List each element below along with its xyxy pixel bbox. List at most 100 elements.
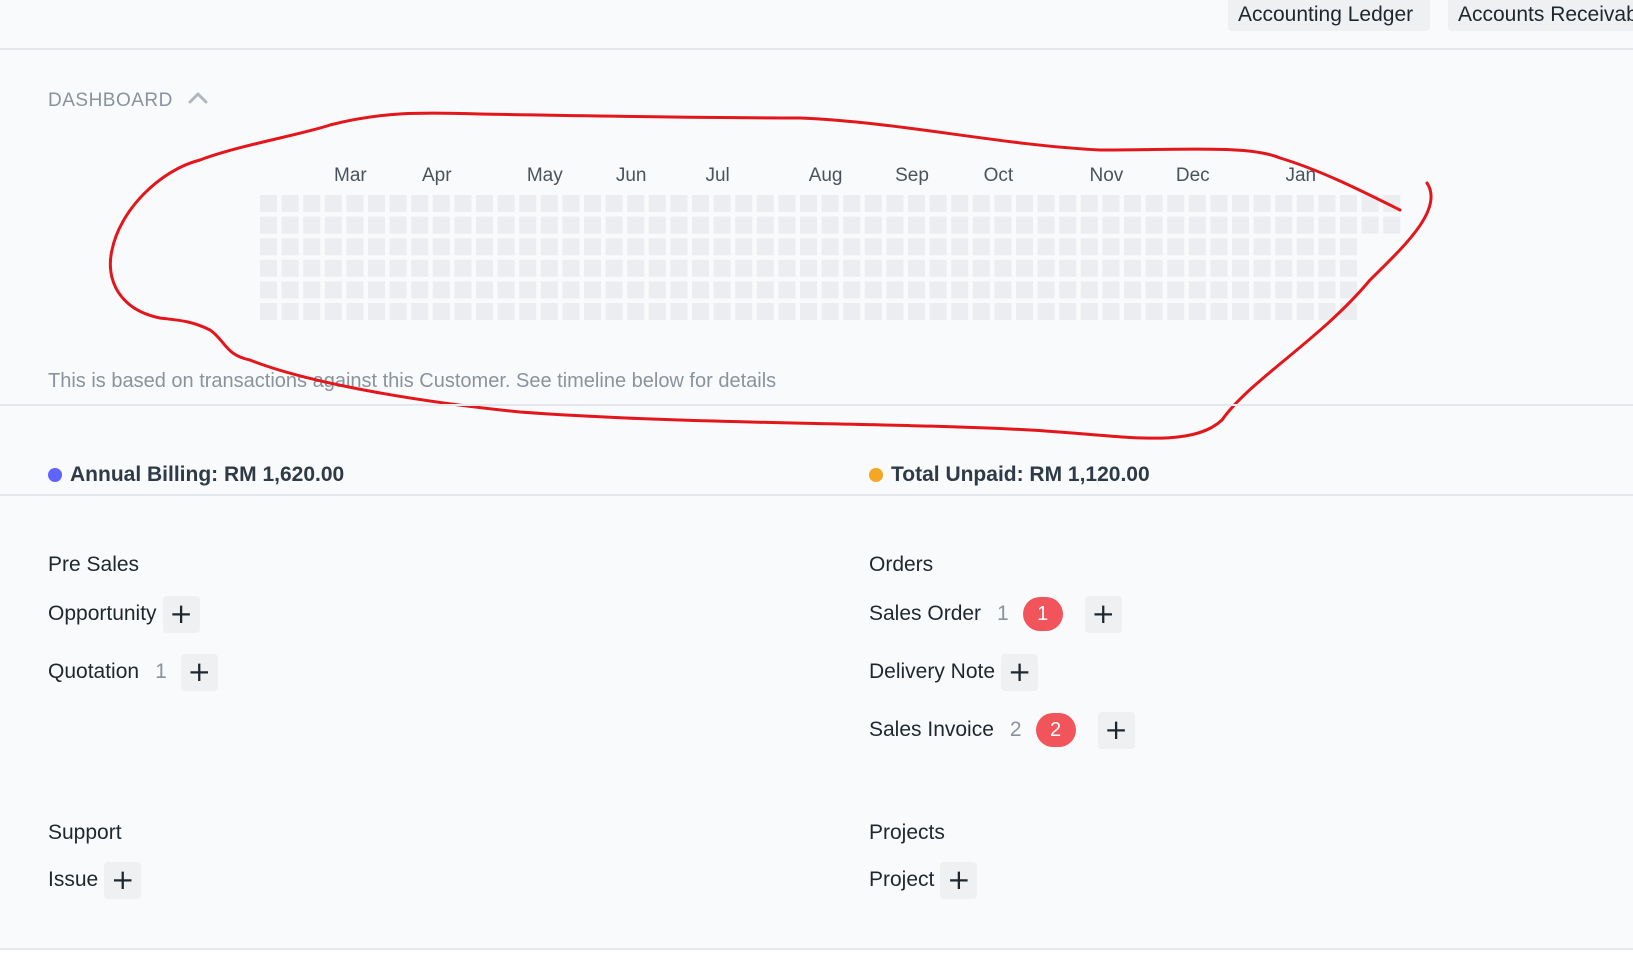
heatmap-cell (519, 238, 537, 256)
heatmap-cell (1145, 259, 1163, 277)
heatmap-cell (584, 259, 601, 277)
heatmap-cell (605, 281, 623, 299)
heatmap-cell (843, 259, 861, 277)
heatmap-cell (1275, 195, 1293, 212)
sales-invoice-count: 2 (1009, 718, 1022, 741)
heatmap-cell (605, 238, 623, 256)
heatmap-cell (994, 238, 1012, 256)
heatmap-cell (1167, 238, 1185, 256)
heatmap-cell (951, 238, 969, 256)
heatmap-cell (1383, 216, 1401, 234)
heatmap-cell (692, 281, 709, 299)
issue-link[interactable]: Issue (48, 868, 98, 892)
sales-invoice-badge[interactable]: 2 (1035, 713, 1076, 747)
sales-order-row: Sales Order 1 1 + (869, 594, 1122, 634)
heatmap-cell (951, 259, 969, 277)
sales-order-badge[interactable]: 1 (1022, 597, 1063, 631)
heatmap-cell (562, 259, 580, 277)
heatmap-cell (1232, 281, 1249, 299)
heatmap-cell (324, 303, 342, 320)
heatmap-cell (324, 238, 342, 256)
total-unpaid-stat: Total Unpaid: RM 1,120.00 (869, 463, 1150, 487)
heatmap-cell (994, 195, 1012, 212)
heatmap-cell (1080, 195, 1098, 212)
heatmap-cell (584, 281, 601, 299)
heatmap-cell (432, 195, 450, 212)
heatmap-cell (260, 259, 277, 277)
heatmap-cell (1296, 281, 1314, 299)
heatmap-cell (1383, 195, 1401, 212)
heatmap-cell (994, 281, 1012, 299)
add-sales-invoice-button[interactable]: + (1097, 711, 1135, 749)
quotation-link[interactable]: Quotation (48, 660, 139, 684)
heatmap-cell (1210, 281, 1228, 299)
heatmap-cell (1253, 216, 1271, 234)
heatmap-cell (756, 216, 774, 234)
heatmap-cell (800, 238, 817, 256)
heatmap-cell (260, 195, 277, 212)
heatmap-cell (1059, 238, 1077, 256)
heatmap-cell (1124, 281, 1141, 299)
heatmap-cell (303, 195, 321, 212)
accounts-receivable-button[interactable]: Accounts Receivab (1448, 0, 1633, 31)
heatmap-cell (476, 238, 493, 256)
sales-order-link[interactable]: Sales Order (869, 602, 981, 626)
heatmap-cell (368, 259, 385, 277)
heatmap-cell (1167, 281, 1185, 299)
dashboard-note: This is based on transactions against th… (48, 370, 777, 392)
heatmap-cell (584, 303, 601, 320)
heatmap-cell (605, 259, 623, 277)
sales-invoice-row: Sales Invoice 2 2 + (869, 710, 1135, 750)
heatmap-cell (1037, 238, 1055, 256)
project-link[interactable]: Project (869, 868, 934, 892)
heatmap-cell (821, 281, 839, 299)
heatmap-cell (735, 238, 753, 256)
heatmap-cell (1318, 216, 1336, 234)
quotation-row: Quotation 1 + (48, 652, 218, 692)
heatmap-cell (692, 303, 709, 320)
heatmap-cell (713, 281, 731, 299)
heatmap-cell (1188, 195, 1206, 212)
delivery-note-link[interactable]: Delivery Note (869, 660, 995, 684)
heatmap-cell (605, 216, 623, 234)
heatmap-cell (260, 281, 277, 299)
add-opportunity-button[interactable]: + (162, 595, 200, 633)
heatmap-cell (1361, 216, 1379, 234)
heatmap-cell (1124, 216, 1141, 234)
support-title: Support (48, 821, 122, 844)
heatmap-cell (324, 281, 342, 299)
opportunity-link[interactable]: Opportunity (48, 602, 157, 626)
add-sales-order-button[interactable]: + (1084, 595, 1122, 633)
add-project-button[interactable]: + (940, 861, 978, 899)
heatmap-cell (972, 303, 990, 320)
heatmap-cell (713, 238, 731, 256)
heatmap-cell (627, 303, 645, 320)
heatmap-cell (432, 216, 450, 234)
heatmap-cell (411, 303, 429, 320)
heatmap-cell (1016, 238, 1033, 256)
sales-invoice-link[interactable]: Sales Invoice (869, 718, 994, 742)
heatmap-cell (670, 259, 688, 277)
customer-dashboard: DASHBOARD Mar Apr May Jun Jul Aug Sep Oct Nov Dec… (0, 50, 1633, 950)
heatmap-cell (303, 303, 321, 320)
heatmap-cell (627, 238, 645, 256)
heatmap-cell (411, 259, 429, 277)
heatmap-cell (303, 259, 321, 277)
quotation-count: 1 (155, 660, 167, 683)
add-delivery-note-button[interactable]: + (1001, 653, 1039, 691)
heatmap-cell (1296, 238, 1314, 256)
heatmap-cell (1318, 303, 1336, 320)
heatmap-cell (864, 216, 882, 234)
heatmap-cell (800, 216, 817, 234)
add-quotation-button[interactable]: + (180, 653, 218, 691)
heatmap-cell (713, 303, 731, 320)
heatmap-cell (756, 238, 774, 256)
accounting-ledger-button[interactable]: Accounting Ledger (1228, 0, 1430, 31)
opportunity-row: Opportunity + (48, 594, 200, 634)
heatmap-cell (1037, 281, 1055, 299)
heatmap-cell (454, 238, 472, 256)
heatmap-cell (1188, 303, 1206, 320)
add-issue-button[interactable]: + (104, 861, 142, 899)
section-divider (0, 948, 1633, 950)
heatmap-cell (411, 216, 429, 234)
